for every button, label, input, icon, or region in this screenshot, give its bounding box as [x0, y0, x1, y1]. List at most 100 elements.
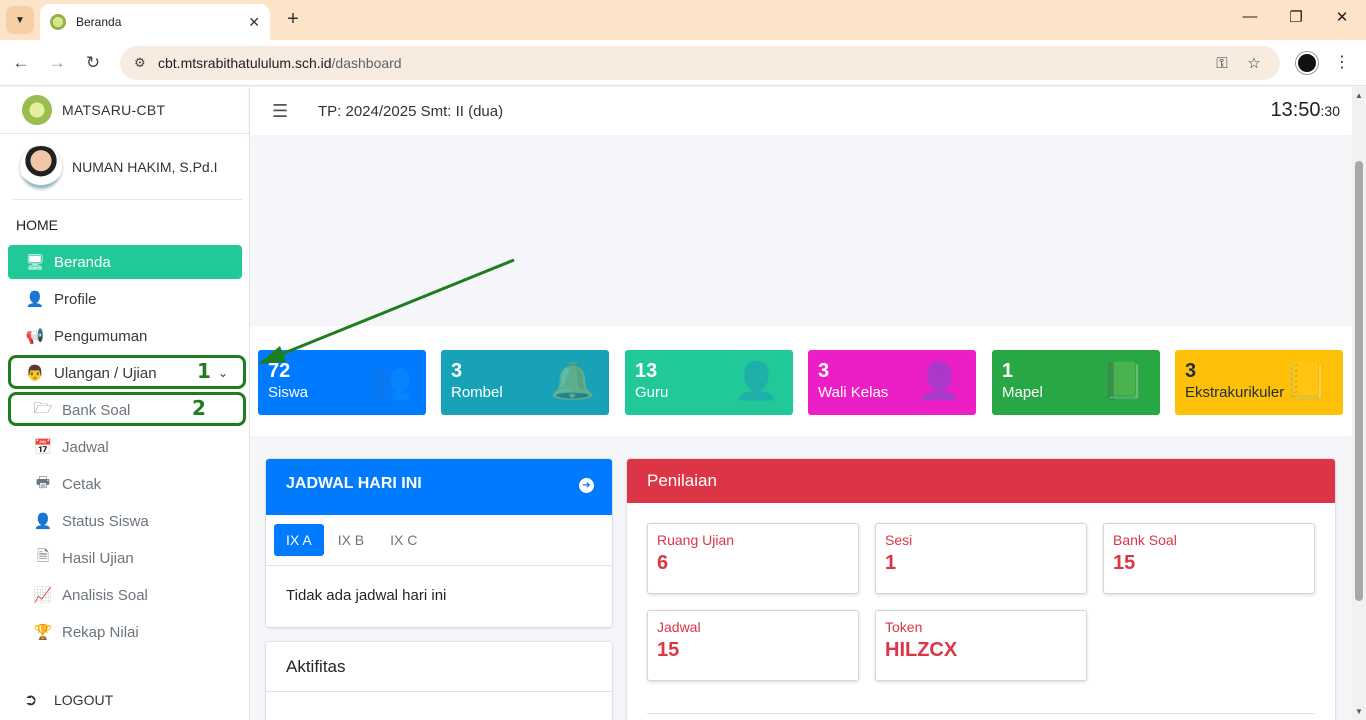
site-settings-icon[interactable]: ⚙ [134, 55, 152, 71]
logout-label: LOGOUT [54, 692, 114, 708]
penilaian-bank-soal[interactable]: Bank Soal 15 [1103, 523, 1315, 594]
tab-ix-a[interactable]: IX A [274, 524, 324, 556]
minimize-button[interactable]: — [1238, 8, 1262, 25]
reload-button[interactable]: ↻ [82, 52, 104, 74]
stat-card-ekstrakurikuler[interactable]: 3 Ekstrakurikuler 📒 [1175, 350, 1343, 415]
page-scrollbar[interactable]: ▲ ▼ [1352, 87, 1366, 720]
users-icon: 👥 [367, 360, 412, 401]
jadwal-header: JADWAL HARI INI ➜ [266, 459, 612, 515]
stat-card-guru[interactable]: 13 Guru 👤 [625, 350, 793, 415]
sidebar-item-label: Hasil Ujian [62, 549, 134, 567]
back-button[interactable]: ← [10, 52, 32, 74]
sidebar-item-rekap-nilai[interactable]: 🏆 Rekap Nilai [8, 615, 242, 649]
sign-out-icon: ➲ [24, 692, 38, 709]
jadwal-title: JADWAL HARI INI [286, 475, 422, 492]
browser-toolbar: ← → ↻ ⚙ cbt.mtsrabithatululum.sch.id/das… [0, 40, 1366, 86]
sidebar-item-status-siswa[interactable]: 👤 Status Siswa [8, 504, 242, 538]
tab-ix-c[interactable]: IX C [378, 524, 429, 556]
browser-tabbar: ▼ Beranda ✕ + — ❐ ✕ [0, 0, 1366, 40]
mini-label: Ruang Ujian [657, 532, 735, 548]
mini-value: 1 [885, 552, 897, 574]
calendar-icon: 📅 [33, 439, 53, 456]
clock-seconds: :30 [1320, 103, 1340, 119]
sidebar: MATSARU-CBT NUMAN HAKIM, S.Pd.I HOME 🖥 B… [0, 87, 250, 720]
user-icon: 👤 [25, 291, 45, 308]
user-clock-icon: 👤 [33, 513, 53, 530]
hamburger-menu-icon[interactable]: ☰ [272, 101, 292, 122]
school-logo-icon [22, 95, 52, 125]
mini-label: Jadwal [657, 619, 701, 635]
mini-value: 6 [657, 552, 669, 574]
avatar [20, 145, 62, 188]
profile-avatar-icon[interactable] [1296, 52, 1318, 74]
user-icon: 👤 [917, 360, 962, 401]
tab-search-button[interactable]: ▼ [6, 6, 34, 34]
mini-label: Sesi [885, 532, 913, 548]
url-text: cbt.mtsrabithatululum.sch.id/dashboard [158, 55, 402, 71]
penilaian-ruang-ujian[interactable]: Ruang Ujian 6 [647, 523, 859, 594]
tab-ix-b[interactable]: IX B [326, 524, 376, 556]
star-icon[interactable]: ☆ [1242, 54, 1266, 72]
bell-icon: 🔔 [550, 360, 595, 401]
megaphone-icon: 📢 [25, 328, 45, 345]
scroll-down-icon[interactable]: ▼ [1355, 707, 1363, 716]
stat-card-wali-kelas[interactable]: 3 Wali Kelas 👤 [808, 350, 976, 415]
sidebar-item-pengumuman[interactable]: 📢 Pengumuman [8, 319, 242, 353]
class-tabs: IX A IX B IX C [266, 515, 612, 566]
sidebar-item-cetak[interactable]: 🖶 Cetak [8, 467, 242, 501]
stat-card-mapel[interactable]: 1 Mapel 📗 [992, 350, 1160, 415]
nav-header: HOME [16, 217, 58, 233]
printer-icon: 🖶 [35, 473, 51, 491]
divider [647, 713, 1315, 714]
user-icon: 👤 [734, 360, 779, 401]
arrow-circle-right-icon[interactable]: ➜ [579, 478, 594, 493]
scrollbar-thumb[interactable] [1355, 161, 1363, 601]
sidebar-item-profile[interactable]: 👤 Profile [8, 282, 242, 316]
new-tab-button[interactable]: + [282, 8, 304, 30]
mini-value: 15 [1113, 552, 1136, 574]
user-panel[interactable]: NUMAN HAKIM, S.Pd.I [12, 134, 242, 200]
favicon-icon [50, 14, 66, 30]
stat-card-rombel[interactable]: 3 Rombel 🔔 [441, 350, 609, 415]
brand[interactable]: MATSARU-CBT [0, 87, 249, 134]
browser-tab[interactable]: Beranda ✕ [40, 4, 270, 40]
highlight-step-2 [8, 392, 246, 426]
restore-button[interactable]: ❐ [1284, 8, 1308, 26]
sidebar-item-label: Cetak [62, 475, 102, 493]
book-icon: 📗 [1101, 360, 1146, 401]
mini-value: HILZCX [885, 639, 958, 661]
logout-button[interactable]: ➲ LOGOUT [24, 690, 113, 710]
chevron-down-icon: ▼ [15, 14, 25, 26]
penilaian-card: Penilaian Ruang Ujian 6 Sesi 1 Bank Soal… [627, 459, 1335, 720]
sidebar-item-label: Analisis Soal [62, 586, 148, 604]
stat-card-siswa[interactable]: 72 Siswa 👥 [258, 350, 426, 415]
stats-section: 72 Siswa 👥 3 Rombel 🔔 13 Guru 👤 3 Wali K… [250, 326, 1352, 436]
banner-area [250, 135, 1352, 325]
penilaian-token[interactable]: Token HILZCX [875, 610, 1087, 681]
browser-menu-icon[interactable]: ⋮ [1334, 52, 1350, 72]
sidebar-item-beranda[interactable]: 🖥 Beranda [8, 245, 242, 279]
forward-button[interactable]: → [46, 52, 68, 74]
sidebar-item-label: Rekap Nilai [62, 623, 139, 641]
sidebar-item-hasil-ujian[interactable]: 🗎 Hasil Ujian [8, 541, 242, 575]
penilaian-sesi[interactable]: Sesi 1 [875, 523, 1087, 594]
penilaian-title: Penilaian [627, 459, 1335, 503]
scroll-up-icon[interactable]: ▲ [1355, 91, 1363, 100]
address-bar[interactable]: ⚙ cbt.mtsrabithatululum.sch.id/dashboard… [120, 46, 1280, 80]
penilaian-jadwal[interactable]: Jadwal 15 [647, 610, 859, 681]
close-window-button[interactable]: ✕ [1330, 8, 1354, 26]
sidebar-item-label: Jadwal [62, 438, 109, 456]
clock: 13:50:30 [1270, 99, 1340, 122]
clock-hm: 13:50 [1270, 99, 1321, 121]
mini-value: 15 [657, 639, 680, 661]
chart-line-icon: 📈 [33, 587, 53, 604]
key-icon[interactable]: ⚿ [1210, 55, 1234, 72]
sidebar-item-label: Status Siswa [62, 512, 149, 530]
sidebar-item-analisis-soal[interactable]: 📈 Analisis Soal [8, 578, 242, 612]
mini-label: Bank Soal [1113, 532, 1177, 548]
top-header: ☰ TP: 2024/2025 Smt: II (dua) 13:50:30 [250, 87, 1352, 135]
sidebar-item-jadwal[interactable]: 📅 Jadwal [8, 430, 242, 464]
close-tab-icon[interactable]: ✕ [248, 14, 260, 31]
book-icon: 📒 [1284, 360, 1329, 401]
aktifitas-card: Aktifitas [266, 642, 612, 720]
